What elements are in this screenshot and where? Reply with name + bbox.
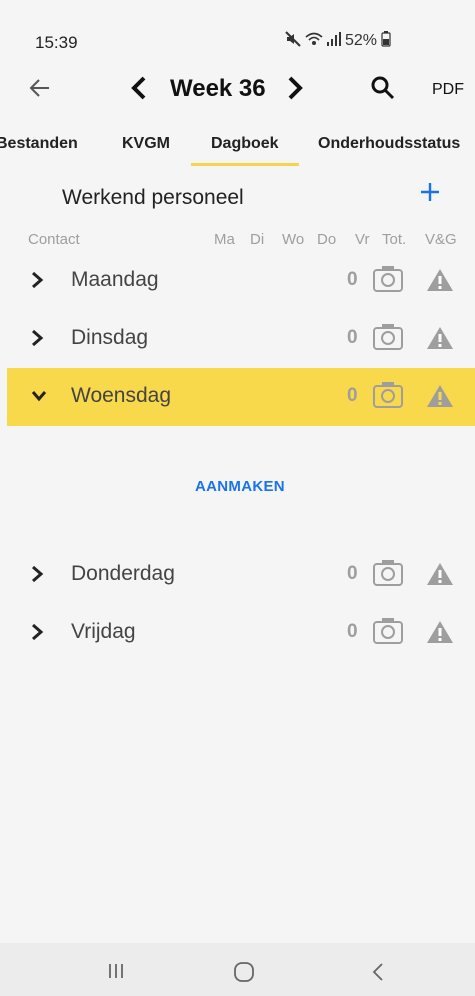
- warning-icon[interactable]: [426, 268, 454, 297]
- tab-dagboek[interactable]: Dagboek: [211, 135, 279, 153]
- next-week-button[interactable]: [284, 74, 306, 107]
- add-button[interactable]: [419, 180, 441, 208]
- col-header-wo: Wo: [282, 231, 305, 248]
- col-header-contact: Contact: [28, 231, 80, 248]
- section-title: Werkend personeel: [62, 186, 244, 209]
- tab-kvgm[interactable]: KVGM: [122, 135, 170, 153]
- week-title: Week 36: [170, 75, 266, 102]
- chevron-right-icon: [30, 271, 44, 294]
- chevron-right-icon: [30, 623, 44, 646]
- back-button[interactable]: [28, 76, 52, 104]
- signal-icon: [327, 31, 341, 51]
- camera-icon[interactable]: [372, 559, 404, 592]
- status-time: 15:39: [35, 33, 78, 52]
- tab-onderhoudsstatus[interactable]: Onderhoudsstatus: [318, 135, 460, 153]
- day-label: Maandag: [71, 268, 159, 291]
- chevron-right-icon: [30, 565, 44, 588]
- pdf-button[interactable]: PDF: [432, 81, 464, 99]
- day-label: Donderdag: [71, 562, 175, 585]
- col-header-do: Do: [317, 231, 337, 248]
- search-icon: [371, 76, 395, 100]
- mute-icon: [285, 31, 301, 51]
- previous-week-button[interactable]: [128, 74, 150, 107]
- day-row-maandag[interactable]: Maandag 0: [7, 252, 475, 310]
- camera-icon[interactable]: [372, 265, 404, 298]
- day-label: Woensdag: [71, 384, 172, 407]
- col-header-di: Di: [250, 231, 265, 248]
- battery-icon: [381, 31, 391, 51]
- create-button[interactable]: AANMAKEN: [195, 478, 285, 495]
- day-count: 0: [347, 563, 358, 584]
- camera-icon[interactable]: [372, 323, 404, 356]
- chevron-left-icon: [372, 963, 383, 981]
- day-count: 0: [347, 385, 358, 406]
- col-header-tot: Tot.: [382, 231, 407, 248]
- warning-icon[interactable]: [426, 326, 454, 355]
- warning-icon[interactable]: [426, 562, 454, 591]
- home-button[interactable]: [232, 960, 256, 989]
- battery-percent: 52%: [345, 32, 378, 49]
- col-header-vr: Vr: [355, 231, 370, 248]
- col-header-vg: V&G: [425, 231, 457, 248]
- recents-button[interactable]: [107, 962, 125, 985]
- status-icons: 52%: [285, 31, 391, 51]
- plus-icon: [421, 183, 439, 201]
- home-icon: [234, 962, 254, 982]
- chevron-left-icon: [131, 76, 146, 100]
- camera-icon[interactable]: [372, 381, 404, 414]
- active-tab-indicator: [191, 163, 299, 166]
- day-count: 0: [347, 269, 358, 290]
- recents-icon: [109, 964, 123, 978]
- arrow-left-icon: [29, 79, 49, 97]
- chevron-down-icon: [30, 387, 48, 410]
- col-header-ma: Ma: [214, 231, 235, 248]
- search-button[interactable]: [370, 75, 396, 106]
- chevron-right-icon: [30, 329, 44, 352]
- tab-bestanden[interactable]: Bestanden: [0, 135, 78, 153]
- camera-icon[interactable]: [372, 617, 404, 650]
- day-label: Vrijdag: [71, 620, 136, 643]
- day-row-vrijdag[interactable]: Vrijdag 0: [7, 604, 475, 662]
- warning-icon[interactable]: [426, 384, 454, 413]
- day-count: 0: [347, 327, 358, 348]
- warning-icon[interactable]: [426, 620, 454, 649]
- day-row-woensdag[interactable]: Woensdag 0: [7, 368, 475, 426]
- day-label: Dinsdag: [71, 326, 149, 349]
- wifi-icon: [305, 31, 323, 51]
- system-back-button[interactable]: [370, 960, 386, 989]
- chevron-right-icon: [288, 76, 303, 100]
- day-count: 0: [347, 621, 358, 642]
- day-row-dinsdag[interactable]: Dinsdag 0: [7, 310, 475, 368]
- day-row-donderdag[interactable]: Donderdag 0: [7, 546, 475, 604]
